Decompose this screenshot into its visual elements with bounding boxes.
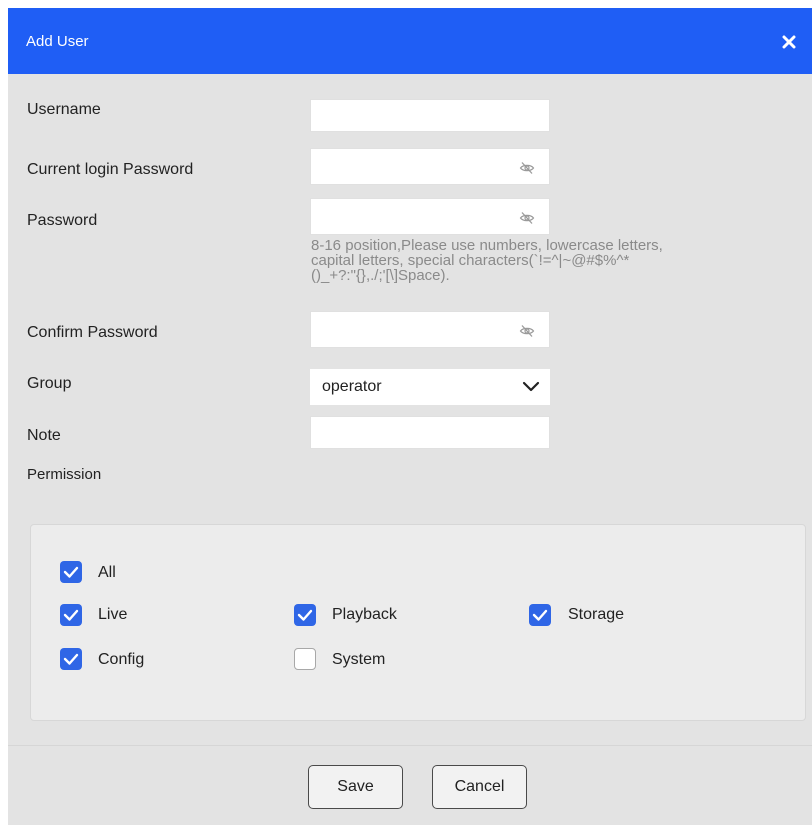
checkbox-config-label: Config [98,651,145,668]
checkbox-system[interactable] [294,648,316,670]
permission-panel [30,524,806,721]
checkmark-icon [532,609,548,621]
save-button[interactable]: Save [308,765,403,809]
add-user-dialog: Add User Username Current login Password… [8,8,812,825]
permission-label: Permission [27,466,102,483]
current-password-label: Current login Password [27,161,194,178]
group-select[interactable]: operator [310,369,550,405]
checkbox-live-label: Live [98,606,128,623]
confirm-password-input[interactable] [310,311,550,348]
checkmark-icon [63,653,79,665]
checkbox-storage-label: Storage [568,606,625,623]
username-input[interactable] [310,99,550,132]
eye-hidden-icon[interactable] [519,160,535,176]
password-hint-line: ()_+?:"{},./;'[\]Space). [311,267,450,284]
password-hint-line: capital letters, special characters(`!=^… [311,252,630,269]
password-input[interactable] [310,198,550,235]
checkmark-icon [297,609,313,621]
checkmark-icon [63,566,79,578]
note-input[interactable] [310,416,550,449]
checkbox-playback-label: Playback [332,606,397,623]
password-hint: 8-16 position,Please use numbers, lowerc… [311,238,771,283]
cancel-button[interactable]: Cancel [432,765,527,809]
dialog-title: Add User [26,33,89,50]
password-label: Password [27,212,98,229]
checkbox-live[interactable] [60,604,82,626]
checkbox-all[interactable] [60,561,82,583]
note-label: Note [27,427,61,444]
checkbox-system-label: System [332,651,386,668]
group-select-value: operator [322,378,382,395]
checkmark-icon [63,609,79,621]
username-label: Username [27,101,101,118]
checkbox-config[interactable] [60,648,82,670]
footer-divider [8,745,812,746]
checkbox-playback[interactable] [294,604,316,626]
chevron-down-icon [522,381,540,392]
dialog-header: Add User [8,8,812,74]
eye-hidden-icon[interactable] [519,210,535,226]
eye-hidden-icon[interactable] [519,323,535,339]
password-hint-line: 8-16 position,Please use numbers, lowerc… [311,237,663,254]
group-label: Group [27,375,72,392]
current-password-input[interactable] [310,148,550,185]
close-button[interactable] [776,29,802,55]
confirm-password-label: Confirm Password [27,324,158,341]
close-icon [782,35,796,49]
checkbox-storage[interactable] [529,604,551,626]
checkbox-all-label: All [98,564,116,581]
